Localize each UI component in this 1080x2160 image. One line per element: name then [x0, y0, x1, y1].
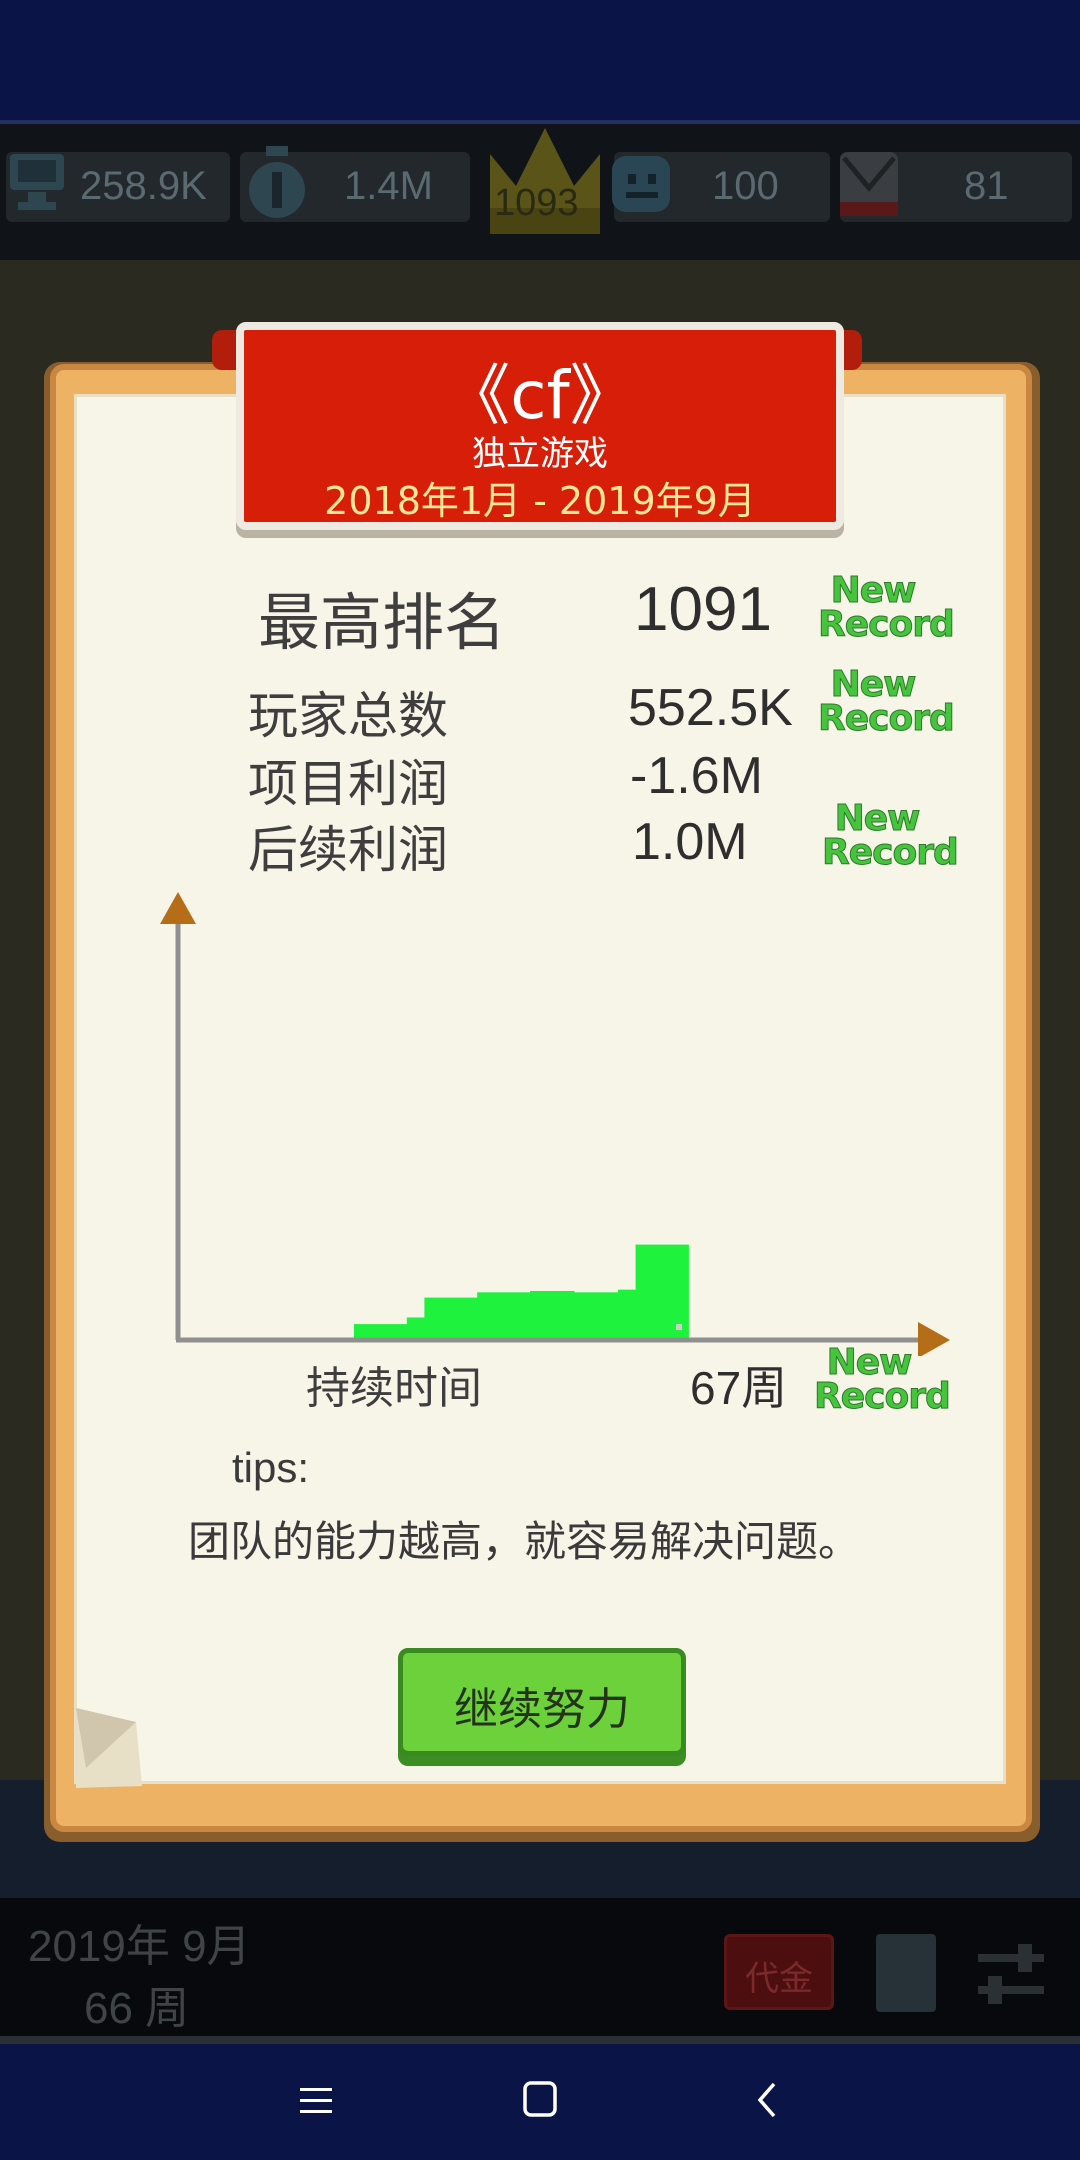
- status-bar: [0, 0, 1080, 120]
- y-axis-arrow: [160, 892, 196, 924]
- title-banner: 《cf》 独立游戏 2018年1月 - 2019年9月: [236, 322, 844, 530]
- current-date: 2019年 9月: [28, 1922, 251, 1971]
- chart-bar: [424, 1297, 478, 1340]
- game-genre: 独立游戏: [472, 434, 608, 474]
- monitor-icon: [10, 154, 64, 210]
- money-value: 1.4M: [344, 164, 433, 208]
- followup-label: 后续利润: [248, 821, 448, 879]
- profit-label: 项目利润: [248, 755, 448, 813]
- menu-icon[interactable]: [298, 2084, 334, 2118]
- smiley-icon: [612, 156, 670, 212]
- gold-button-label: 代金: [745, 1959, 813, 1999]
- mail-value: 81: [964, 164, 1009, 208]
- chart-bar: [574, 1292, 619, 1340]
- tips-label: tips:: [232, 1444, 310, 1491]
- paper-curl: [76, 1708, 142, 1788]
- back-icon[interactable]: [754, 2080, 780, 2120]
- gold-button[interactable]: 代金: [724, 1934, 834, 2010]
- tips-text: 团队的能力越高，就容易解决问题。: [188, 1517, 861, 1566]
- rank-value: 1093: [494, 182, 579, 224]
- settings-icon[interactable]: [976, 1942, 1046, 2006]
- profit-value: -1.6M: [630, 747, 763, 805]
- new-record-badge: New Record: [814, 1342, 952, 1418]
- stats-bar: 258.9K 1.4M 1093 100 81: [0, 124, 1080, 260]
- divider: [0, 2036, 1080, 2044]
- home-icon[interactable]: [522, 2080, 558, 2118]
- players-label: 玩家总数: [248, 687, 448, 745]
- chart-bar: [477, 1292, 531, 1340]
- money-bag-icon: [249, 146, 305, 218]
- continue-button-label: 继续努力: [454, 1684, 630, 1735]
- chart-bar: [618, 1289, 637, 1340]
- date-range: 2018年1月 - 2019年9月: [324, 479, 756, 523]
- new-record-badge: New Record: [818, 664, 956, 740]
- game-title: 《cf》: [444, 357, 636, 434]
- book-icon[interactable]: [876, 1934, 936, 2012]
- happiness-value: 100: [712, 164, 779, 208]
- duration-value: 67周: [690, 1362, 788, 1414]
- duration-chart: [160, 892, 950, 1356]
- navigation-bar: [0, 2044, 1080, 2160]
- chart-bars: [354, 1244, 689, 1340]
- fans-value: 258.9K: [80, 164, 207, 208]
- new-record-badge: New Record: [818, 570, 956, 646]
- continue-button[interactable]: 继续努力: [398, 1648, 686, 1756]
- mail-icon: [840, 152, 898, 216]
- highest-rank-value: 1091: [634, 575, 772, 644]
- duration-label: 持续时间: [306, 1363, 482, 1414]
- new-record-badge: New Record: [822, 798, 960, 874]
- current-week: 66 周: [84, 1984, 190, 2033]
- highest-rank-label: 最高排名: [258, 586, 507, 659]
- players-value: 552.5K: [628, 679, 793, 737]
- followup-value: 1.0M: [632, 813, 748, 871]
- chart-marker: [676, 1324, 682, 1330]
- chart-bar: [406, 1317, 425, 1340]
- chart-bar: [530, 1290, 575, 1340]
